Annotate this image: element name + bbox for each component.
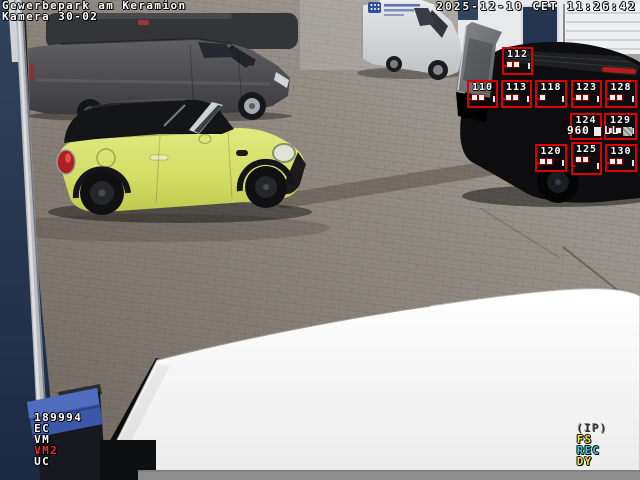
timestamp: 2025-12-10 CET 11:26:42 [436, 1, 637, 12]
status-bar-left: 189994 EC VM VM2 UC [2, 401, 93, 478]
detection-box-113: 113 [501, 80, 532, 108]
status-flag-dy: DY [577, 455, 593, 468]
detection-marker [610, 159, 622, 164]
detection-box-112: 112 [502, 47, 533, 75]
detection-marker [610, 95, 622, 100]
zone-measure-value: 960 [567, 125, 590, 137]
detection-box-128: 128 [605, 80, 637, 108]
zone-marker-block [594, 127, 601, 136]
detection-id: 118 [537, 82, 565, 93]
detection-id: 120 [537, 146, 565, 157]
camera-view: 112 110 113 118 123 128 124 129 120 125 … [0, 0, 640, 480]
detection-box-120: 120 [535, 144, 567, 172]
detection-id: 110 [469, 82, 496, 93]
detection-id: 113 [503, 82, 530, 93]
detection-id: 123 [573, 82, 600, 93]
detection-marker [507, 62, 519, 67]
camera-id-label: Kamera 30-02 [2, 11, 98, 22]
detection-box-110: 110 [467, 80, 498, 108]
detection-id: 130 [607, 146, 635, 157]
detection-box-123: 123 [571, 80, 602, 108]
detection-box-118: 118 [535, 80, 567, 108]
detection-marker [576, 95, 588, 100]
detection-box-130: 130 [605, 144, 637, 172]
detection-marker [540, 159, 552, 164]
detection-id: 125 [573, 144, 600, 155]
zone-measure-suffix: LL [604, 125, 619, 137]
detection-marker [540, 95, 545, 100]
status-flag-uc: UC [34, 455, 50, 468]
scene-image [0, 0, 640, 480]
detection-id: 128 [607, 82, 635, 93]
detection-marker [506, 95, 518, 100]
zone-checker-icon [623, 127, 632, 136]
detection-marker [472, 95, 484, 100]
status-bar-right: (IP) FS REC DY [536, 412, 608, 478]
detection-box-125: 125 [571, 142, 602, 175]
zone-measure-label: 960 LL [567, 125, 632, 137]
detection-marker [576, 157, 588, 162]
detection-id: 112 [504, 49, 531, 60]
